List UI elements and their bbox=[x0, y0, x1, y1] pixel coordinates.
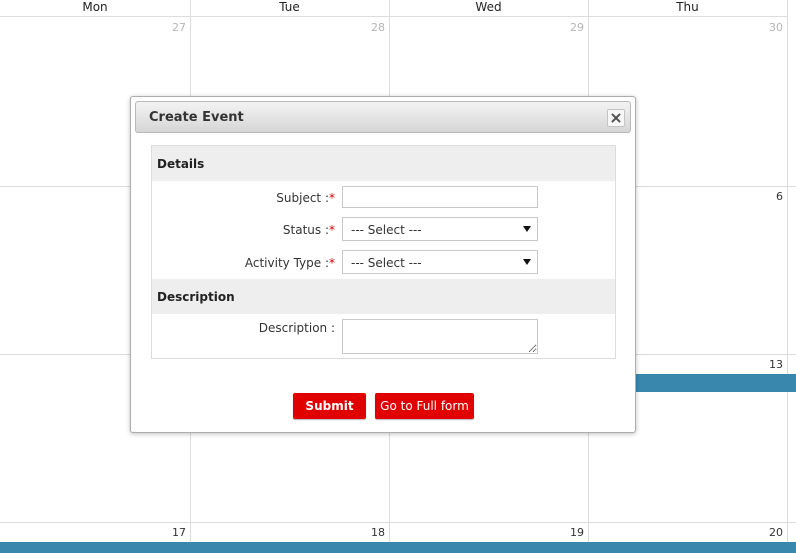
status-label-text: Status : bbox=[282, 223, 329, 237]
details-section-header: Details bbox=[152, 146, 615, 181]
day-number[interactable]: 13 bbox=[743, 358, 783, 371]
submit-button[interactable]: Submit bbox=[293, 393, 366, 419]
description-section-title: Description bbox=[157, 290, 235, 304]
required-marker: * bbox=[329, 223, 335, 237]
day-number[interactable]: 29 bbox=[544, 21, 584, 34]
day-number[interactable]: 28 bbox=[345, 21, 385, 34]
status-label: Status :* bbox=[152, 223, 335, 237]
day-header-tue: Tue bbox=[190, 0, 389, 17]
required-marker: * bbox=[329, 191, 335, 205]
status-select-value: --- Select --- bbox=[351, 223, 422, 237]
subject-label-text: Subject : bbox=[276, 191, 329, 205]
activity-type-label-text: Activity Type : bbox=[244, 256, 329, 270]
activity-type-select-value: --- Select --- bbox=[351, 256, 422, 270]
create-event-dialog: Create Event Details Subject :* Status :… bbox=[130, 96, 636, 433]
dialog-titlebar[interactable]: Create Event bbox=[135, 101, 631, 133]
status-select[interactable]: --- Select --- bbox=[342, 217, 538, 241]
day-number[interactable]: 19 bbox=[544, 526, 584, 539]
day-number[interactable]: 17 bbox=[146, 526, 186, 539]
calendar-event[interactable] bbox=[636, 374, 796, 392]
event-form: Details Subject :* Status :* --- Select … bbox=[151, 145, 616, 359]
grid-line bbox=[0, 522, 796, 523]
subject-input[interactable] bbox=[342, 186, 538, 208]
description-section-header: Description bbox=[152, 279, 615, 314]
grid-line bbox=[787, 0, 788, 553]
description-label: Description : bbox=[258, 321, 335, 335]
day-number[interactable]: 27 bbox=[146, 21, 186, 34]
required-marker: * bbox=[329, 256, 335, 270]
activity-type-label: Activity Type :* bbox=[152, 256, 335, 270]
day-number[interactable]: 30 bbox=[743, 21, 783, 34]
day-header-mon: Mon bbox=[0, 0, 190, 17]
subject-label: Subject :* bbox=[152, 191, 335, 205]
dropdown-arrow-icon bbox=[523, 259, 531, 265]
close-icon bbox=[611, 113, 621, 123]
description-textarea[interactable] bbox=[342, 319, 538, 354]
details-section-title: Details bbox=[157, 157, 205, 171]
go-to-full-form-button[interactable]: Go to Full form bbox=[375, 393, 474, 419]
dropdown-arrow-icon bbox=[523, 226, 531, 232]
dialog-title: Create Event bbox=[149, 110, 244, 125]
day-header-thu: Thu bbox=[588, 0, 787, 17]
calendar-event[interactable] bbox=[0, 542, 796, 553]
day-number[interactable]: 6 bbox=[743, 190, 783, 203]
activity-type-select[interactable]: --- Select --- bbox=[342, 250, 538, 274]
close-button[interactable] bbox=[607, 109, 625, 127]
day-number[interactable]: 20 bbox=[743, 526, 783, 539]
day-number[interactable]: 18 bbox=[345, 526, 385, 539]
day-header-wed: Wed bbox=[389, 0, 588, 17]
